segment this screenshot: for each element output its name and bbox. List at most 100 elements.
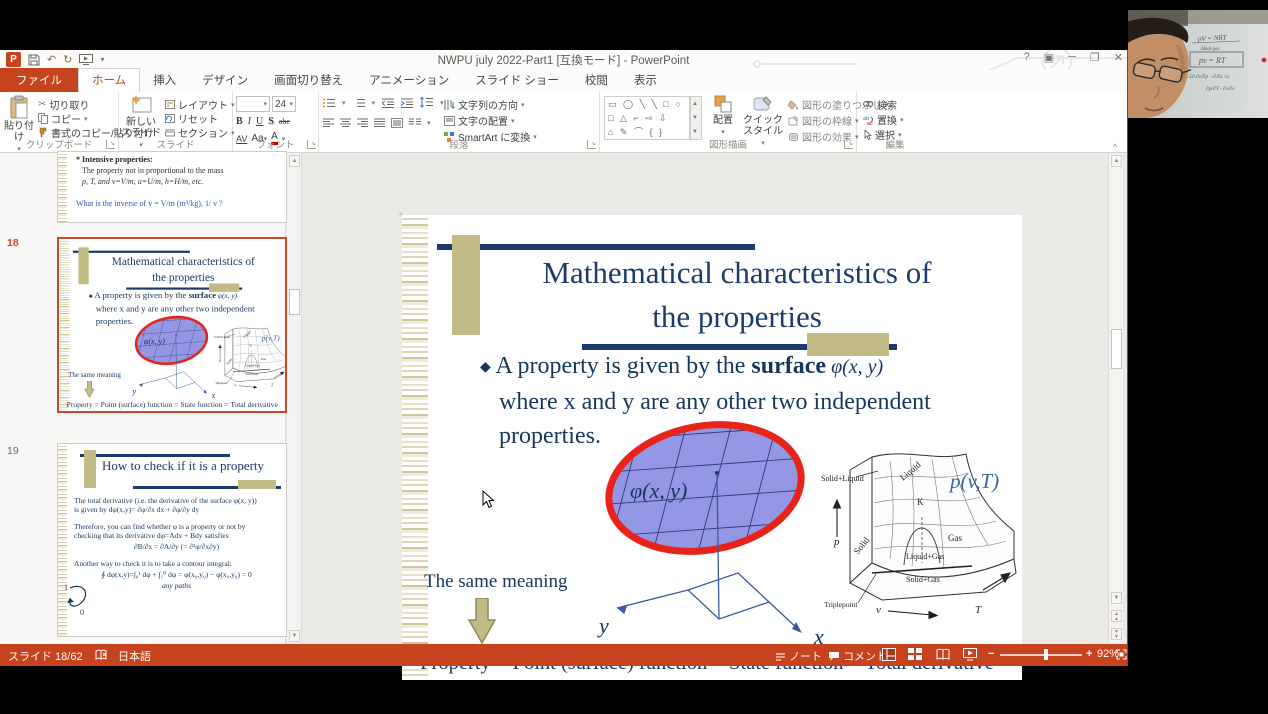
minimize-button[interactable]: ─ (1068, 51, 1076, 64)
comments-toggle[interactable]: コメント (828, 648, 887, 664)
slide-title[interactable]: Mathematical characteristics of the prop… (472, 251, 1002, 339)
notes-toggle[interactable]: ノート (775, 648, 822, 664)
normal-view-button[interactable] (882, 648, 896, 661)
slideshow-view-button[interactable] (963, 648, 977, 661)
font-name-combobox[interactable]: ▾ (236, 96, 270, 112)
paragraph-group: ▾ ▾ ▾ ▾ 文字列の方向▾ 文字の配置▾ SmartArt に変換▾ (319, 92, 600, 152)
tab-review[interactable]: 校閲 (572, 69, 621, 92)
thumbnail-scrollbar[interactable]: ▲ ▼ (287, 153, 302, 644)
close-button[interactable]: ✕ (1114, 51, 1123, 64)
property-equation-text[interactable]: Property = Point (surface) function = St… (61, 401, 284, 409)
slide-counter[interactable]: スライド 18/62 (8, 648, 83, 664)
down-arrow-shape[interactable] (84, 380, 95, 398)
shapes-gallery-scrollbar[interactable]: ▲ ▼ ▼ (690, 96, 702, 140)
font-size-combobox[interactable]: 24 ▾ (272, 96, 296, 112)
reset-button[interactable]: リセット (165, 111, 218, 126)
thumbnail-slide-18[interactable]: Mathematical characteristics of the prop… (57, 237, 287, 413)
tab-insert[interactable]: 挿入 (140, 69, 189, 92)
align-left-icon[interactable] (323, 118, 334, 128)
scroll-down-icon[interactable]: ▼ (289, 630, 300, 642)
numbering-icon[interactable] (353, 98, 365, 108)
pvt-liquid-gas-label: Liquid+Gas (245, 364, 260, 368)
main-scrollbar[interactable]: ▲ ▼ ▲ ▲ ▼ ▼ (1108, 153, 1123, 644)
svg-text:Ideal gas: Ideal gas (1200, 47, 1220, 52)
spell-check-icon[interactable] (95, 649, 108, 661)
slides-group: 新しい スライド▾ レイアウト ▾ リセット セクション ▾ スライド (119, 92, 235, 152)
scroll-down-icon[interactable]: ▼ (1111, 592, 1122, 604)
main-scrollbar-thumb[interactable] (1111, 329, 1122, 369)
text-direction-button[interactable]: 文字列の方向 ▾ (444, 97, 525, 112)
scroll-up-icon[interactable]: ▲ (289, 155, 300, 167)
same-meaning-text[interactable]: The same meaning (424, 571, 568, 593)
italic-button[interactable]: I (248, 116, 251, 127)
increase-indent-icon[interactable] (401, 98, 414, 108)
layout-button[interactable]: レイアウト ▾ (165, 97, 235, 112)
decrease-indent-icon[interactable] (382, 98, 395, 108)
zoom-in-button[interactable]: + (1086, 648, 1092, 660)
tab-design[interactable]: デザイン (189, 69, 261, 92)
zoom-slider-track[interactable] (1000, 654, 1082, 656)
font-dialog-launcher[interactable]: ↘ (307, 140, 316, 149)
ribbon-display-options-button[interactable]: ▣ (1044, 51, 1054, 64)
slide-editing-canvas[interactable]: Mathematical characteristics of the prop… (400, 213, 1022, 680)
thumbnail-scrollbar-thumb[interactable] (289, 289, 300, 315)
clipboard-group: 貼り付け ▾ ✂ 切り取り コピー ▾ 書式のコピー/貼り付け クリップボード ↘ (0, 92, 154, 153)
distribute-icon[interactable] (391, 118, 403, 128)
scroll-up-icon[interactable]: ▲ (1111, 155, 1122, 167)
reading-view-button[interactable] (936, 648, 950, 661)
next-slide-button[interactable]: ▼ ▼ (1111, 628, 1122, 640)
slide-title[interactable]: Mathematical characteristics of the prop… (86, 253, 281, 285)
zoom-slider-handle[interactable] (1044, 649, 1048, 660)
paragraph-dialog-launcher[interactable]: ↘ (587, 140, 596, 149)
tab-transitions[interactable]: 画面切り替え (261, 69, 356, 92)
shapes-row1[interactable]: ▭ ◯ ╲ ╲ □ ○ (608, 97, 689, 111)
previous-slide-button[interactable]: ▲ ▲ (1111, 610, 1122, 622)
arrange-button[interactable]: 配置 ▾ (706, 95, 740, 138)
tab-slideshow[interactable]: スライド ショー (462, 69, 572, 92)
shapes-row2[interactable]: □ △ ⌐ ⇨ ⇩ (608, 111, 689, 125)
thumbnail-number-18: 18 (7, 237, 19, 249)
tab-home[interactable]: ホーム (78, 68, 141, 92)
justify-icon[interactable] (374, 118, 385, 128)
zoom-out-button[interactable]: − (988, 648, 994, 660)
tab-view[interactable]: 表示 (621, 69, 670, 92)
copy-button[interactable]: コピー ▾ (38, 111, 88, 126)
thumbnail-slide-19[interactable]: How to check if it is a property The tot… (57, 443, 287, 637)
same-meaning-text[interactable]: The same meaning (68, 371, 121, 379)
drawing-group-label: 図形描画 (708, 140, 747, 151)
underline-button[interactable]: U (256, 116, 263, 127)
pvt-surface-figure[interactable]: Solid+Liquid Liquid K Gas Liquid+Gas Sol… (214, 325, 287, 393)
line-spacing-icon[interactable] (420, 97, 434, 108)
tab-file[interactable]: ファイル (0, 68, 78, 92)
clipboard-dialog-launcher[interactable]: ↘ (106, 140, 115, 149)
columns-icon[interactable] (409, 118, 421, 128)
phi-surface-label: φ(x, y) (144, 337, 165, 346)
tab-animations[interactable]: アニメーション (356, 69, 462, 92)
pvt-surface-figure[interactable]: Solid+Liquid Liquid K Gas Liquid+Gas Sol… (820, 445, 1020, 630)
help-button[interactable]: ? (1024, 51, 1030, 64)
bullets-icon[interactable] (323, 98, 335, 108)
thumbnail-slide-17[interactable]: * Intensive properties: The property not… (57, 151, 287, 223)
restore-button[interactable]: ❐ (1090, 51, 1100, 64)
align-right-icon[interactable] (357, 118, 368, 128)
slide-sorter-view-button[interactable] (908, 648, 922, 661)
drawing-dialog-launcher[interactable]: ↘ (844, 140, 853, 149)
collapse-ribbon-button[interactable]: ^ (1113, 142, 1117, 152)
find-button[interactable]: 検索 (863, 97, 897, 112)
bold-button[interactable]: B (236, 116, 243, 127)
new-slide-icon (131, 95, 152, 113)
text-shadow-button[interactable]: S (268, 116, 274, 127)
shape-outline-button[interactable]: 図形の枠線 ▾ (788, 113, 859, 128)
cut-button[interactable]: ✂ 切り取り (38, 97, 89, 112)
replace-button[interactable]: ab ac 置換 ▾ (863, 112, 904, 128)
phi-surface-figure[interactable]: φ(x, y) y x (597, 415, 837, 647)
text-direction-icon (444, 99, 455, 110)
align-center-icon[interactable] (340, 118, 351, 128)
language-indicator[interactable]: 日本語 (118, 648, 151, 664)
down-arrow-shape[interactable] (468, 598, 496, 644)
phi-surface-figure[interactable]: φ(x, y) y x (132, 313, 220, 399)
fit-to-window-button[interactable] (1116, 649, 1127, 660)
align-text-button[interactable]: 文字の配置 ▾ (444, 113, 515, 128)
strikethrough-button[interactable]: abc (279, 117, 290, 126)
shapes-gallery[interactable]: ▭ ◯ ╲ ╲ □ ○ □ △ ⌐ ⇨ ⇩ ⌂ ✎ ⌒ { } ▲ ▼ ▼ (604, 96, 702, 140)
